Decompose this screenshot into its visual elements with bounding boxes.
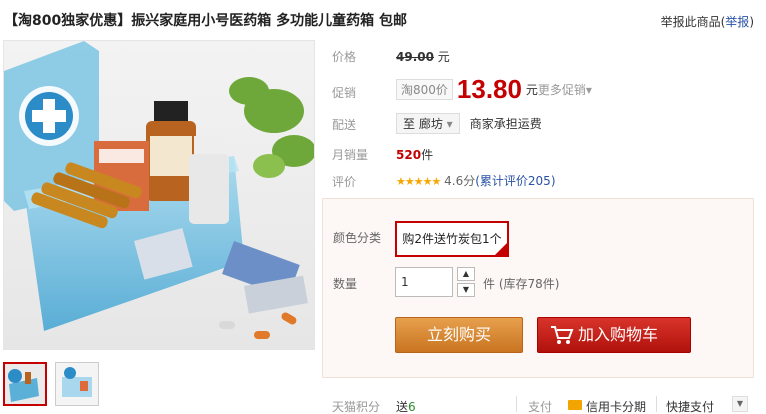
sales-row: 月销量 520件 (322, 142, 758, 168)
promo-unit: 元 (525, 83, 538, 97)
more-promo-text: 更多促销 (537, 83, 586, 97)
points-value-group: 送6 (396, 398, 416, 414)
product-title: 【淘800独家优惠】振兴家庭用小号医药箱 多功能儿童药箱 包邮 (4, 13, 407, 29)
title-bar: 【淘800独家优惠】振兴家庭用小号医药箱 多功能儿童药箱 包邮 举报此商品(举报… (0, 0, 766, 38)
sales-label: 月销量 (332, 148, 369, 162)
main-product-image[interactable] (3, 40, 315, 350)
rating-score: 4.6分 (444, 174, 476, 188)
chevron-down-icon: ▾ (446, 117, 453, 131)
star-icon: ★★★★★ (396, 175, 441, 188)
selected-tick-icon (495, 243, 507, 255)
shipping-destination: 至 廊坊 (403, 117, 443, 131)
price-label: 价格 (332, 50, 357, 64)
buy-now-button[interactable]: 立刻购买 (395, 317, 523, 353)
promo-value-group: 淘800价 13.80 元更多促销▾ (396, 74, 592, 105)
price-value-group: 49.00 元 (396, 48, 450, 65)
payment-option-quick[interactable]: 快捷支付 (666, 398, 714, 414)
quantity-decrement[interactable]: ▼ (457, 283, 475, 297)
price-unit: 元 (437, 50, 450, 64)
promo-price: 13.80 (456, 74, 522, 104)
payment-label: 支付 (528, 400, 553, 414)
chevron-down-icon: ▾ (585, 83, 592, 97)
promo-tag: 淘800价 (396, 79, 453, 100)
add-to-cart-button[interactable]: 加入购物车 (537, 317, 691, 353)
points-label: 天猫积分 (332, 400, 381, 414)
bottom-bar: 天猫积分 送6 支付 信用卡分期 快捷支付 ▼ (322, 392, 758, 414)
quantity-increment[interactable]: ▲ (457, 267, 475, 281)
shipping-row: 配送 至 廊坊 ▾ 商家承担运费 (322, 112, 758, 138)
color-label: 颜色分类 (333, 231, 382, 245)
report-text: 举报此商品 (660, 15, 721, 29)
report-link[interactable]: 举报 (725, 15, 749, 29)
promo-label: 促销 (332, 86, 357, 100)
more-promo-link[interactable]: 更多促销▾ (538, 83, 592, 97)
color-option-text: 购2件送竹炭包1个 (402, 232, 502, 246)
purchase-options-box: 颜色分类 购2件送竹炭包1个 数量 1 ▲ ▼ 件 (库存78件) 立刻购买 加… (322, 198, 754, 378)
shipping-destination-select[interactable]: 至 廊坊 ▾ (396, 113, 460, 134)
payment-more-dropdown[interactable]: ▼ (732, 396, 748, 412)
medicine-box-illustration (4, 41, 314, 349)
thumbnail-1[interactable] (3, 362, 47, 406)
report-area: 举报此商品(举报) (660, 15, 754, 29)
add-to-cart-label: 加入购物车 (578, 325, 659, 344)
chevron-down-icon: ▼ (462, 285, 470, 294)
payment-option-installment[interactable]: 信用卡分期 (586, 398, 646, 414)
rating-label: 评价 (332, 175, 357, 189)
rating-value-group: ★★★★★ 4.6分(累计评价205) (396, 172, 556, 189)
sales-value-group: 520件 (396, 146, 433, 163)
stock-info: 件 (库存78件) (483, 277, 560, 291)
thumbnail-2-image (56, 363, 98, 405)
cart-icon (551, 326, 574, 344)
quantity-input[interactable]: 1 (395, 267, 453, 297)
chevron-down-icon: ▼ (736, 399, 744, 408)
sales-unit: 件 (421, 148, 434, 162)
chevron-up-icon: ▲ (462, 269, 470, 278)
original-price: 49.00 (396, 50, 434, 64)
sales-number: 520 (396, 148, 422, 162)
review-count-link[interactable]: (累计评价205) (475, 174, 555, 188)
price-row: 价格 49.00 元 (322, 44, 758, 70)
thumbnail-2[interactable] (55, 362, 99, 406)
divider (656, 396, 657, 412)
rating-row: 评价 ★★★★★ 4.6分(累计评价205) (322, 169, 758, 195)
shipping-value-group: 至 廊坊 ▾ 商家承担运费 (396, 113, 542, 134)
divider (516, 396, 517, 412)
thumbnail-1-image (5, 364, 45, 404)
points-value: 6 (408, 400, 416, 414)
promo-row: 促销 淘800价 13.80 元更多促销▾ (322, 74, 758, 108)
shipping-label: 配送 (332, 118, 357, 132)
color-option-selected[interactable]: 购2件送竹炭包1个 (395, 221, 509, 257)
credit-card-icon (568, 400, 582, 410)
quantity-label: 数量 (333, 277, 358, 291)
shipping-note: 商家承担运费 (469, 117, 542, 131)
points-prefix: 送 (396, 400, 409, 414)
